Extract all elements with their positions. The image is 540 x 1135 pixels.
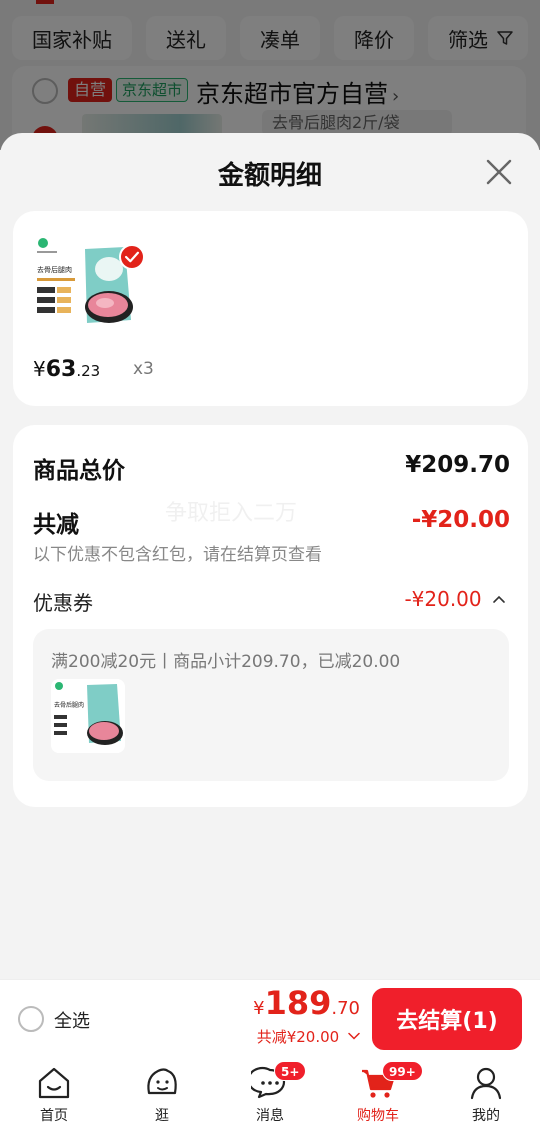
total-price-label: 商品总价 [33,458,125,484]
discount-label: 共减 [33,512,79,538]
svg-text:去骨后腿肉: 去骨后腿肉 [37,265,72,274]
checkout-button[interactable]: 去结算(1) [372,988,522,1050]
price-summary-card: 争取拒入二万 商品总价 ¥209.70 共减 -¥20.00 以下优惠不包含红包… [13,425,528,807]
checkout-total-price: ¥189.70 [253,984,360,1022]
bottom-nav: 首页 逛 5+ 消息 99+ 购物车 我的 [0,1057,540,1135]
nav-item-profile[interactable]: 我的 [432,1057,540,1135]
checkout-discount-toggle[interactable]: 共减¥20.00 [257,1026,360,1047]
nav-label-cart: 购物车 [357,1108,399,1124]
discount-value: -¥20.00 [411,507,510,533]
watermark-text: 争取拒入二万 [165,501,298,526]
coupon-product-image: 去骨后腿肉 [51,679,125,753]
nav-item-messages[interactable]: 5+ 消息 [216,1057,324,1135]
product-price: ¥63.23 [33,357,101,382]
home-icon [38,1067,70,1099]
svg-text:去骨后腿肉: 去骨后腿肉 [54,701,84,709]
nav-item-home[interactable]: 首页 [0,1057,108,1135]
total-price-value: ¥209.70 [405,452,510,478]
checkout-bar: 全选 ¥189.70 共减¥20.00 去结算(1) [0,979,540,1057]
profile-icon [470,1067,502,1100]
nav-item-browse[interactable]: 逛 [108,1057,216,1135]
close-icon[interactable] [480,153,518,191]
select-all-label[interactable]: 全选 [54,1007,90,1033]
coupon-detail-text: 满200减20元丨商品小计209.70，已减20.00 [51,652,401,672]
product-card: 去骨后腿肉 ¥63.23 x3 [13,211,528,406]
nav-label-profile: 我的 [472,1108,500,1124]
browse-icon [147,1068,177,1095]
amount-detail-sheet: 金额明细 去骨后腿肉 ¥63.23 x3 争取拒入二万 商品总价 ¥209.70… [0,133,540,979]
messages-badge: 5+ [274,1061,307,1081]
sheet-title: 金额明细 [217,161,322,191]
chevron-down-icon [348,1032,360,1040]
nav-label-home: 首页 [40,1108,68,1124]
product-quantity: x3 [133,359,154,379]
coupon-toggle[interactable]: -¥20.00 [404,587,506,611]
chevron-up-icon [493,595,505,603]
nav-label-browse: 逛 [155,1108,169,1124]
select-all-radio[interactable] [18,1006,44,1032]
nav-label-messages: 消息 [256,1108,284,1124]
modal-overlay[interactable] [0,0,540,150]
coupon-detail-box: 满200减20元丨商品小计209.70，已减20.00 去骨后腿肉 [33,629,509,781]
coupon-label: 优惠券 [33,591,93,615]
discount-note: 以下优惠不包含红包，请在结算页查看 [33,545,322,565]
selected-check-icon [119,244,145,270]
nav-item-cart[interactable]: 99+ 购物车 [324,1057,432,1135]
cart-badge: 99+ [382,1061,423,1081]
